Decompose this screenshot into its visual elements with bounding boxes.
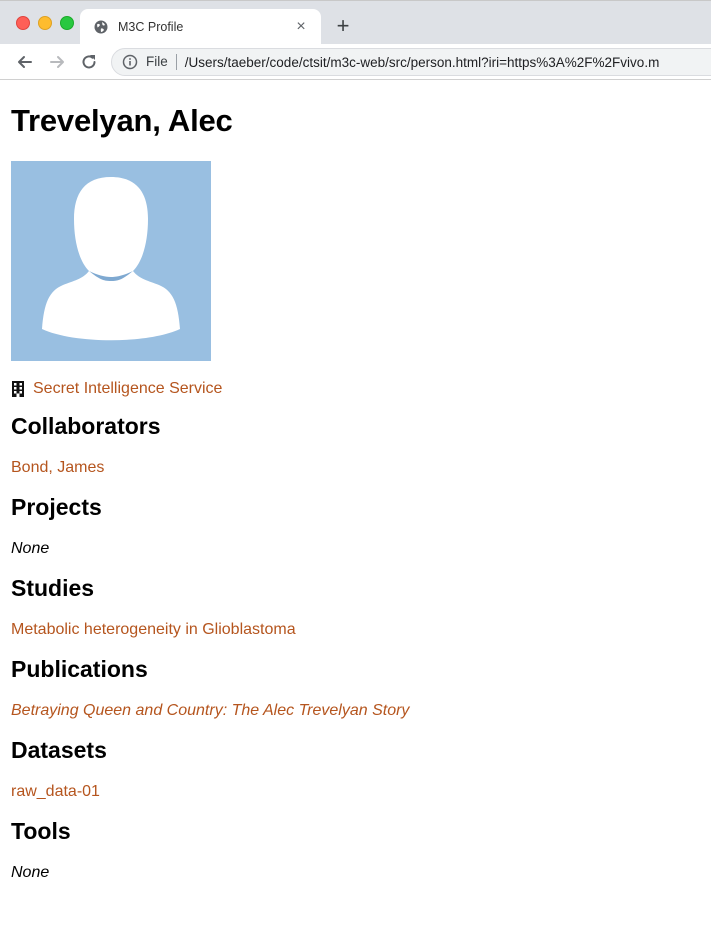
url-text[interactable]: /Users/taeber/code/ctsit/m3c-web/src/per… [185,55,660,70]
section-heading: Collaborators [11,413,161,439]
close-window-button[interactable] [16,16,30,30]
section-heading: Tools [11,818,71,844]
study-link[interactable]: Metabolic heterogeneity in Glioblastoma [11,621,296,638]
avatar [11,161,211,361]
building-icon [11,381,25,397]
tab-title: M3C Profile [118,20,184,34]
section-body: Metabolic heterogeneity in Glioblastoma [11,620,700,640]
window-controls [16,16,74,30]
forward-button[interactable] [45,50,69,74]
publication-link[interactable]: Betraying Queen and Country: The Alec Tr… [11,702,409,719]
minimize-window-button[interactable] [38,16,52,30]
browser-toolbar: File /Users/taeber/code/ctsit/m3c-web/sr… [0,44,711,80]
empty-value: None [11,864,50,881]
affiliation-link[interactable]: Secret Intelligence Service [33,380,222,398]
maximize-window-button[interactable] [60,16,74,30]
reload-icon [82,55,96,69]
section-heading: Publications [11,656,148,682]
person-silhouette-icon [42,177,180,341]
back-button[interactable] [13,50,37,74]
browser-tab[interactable]: M3C Profile × [80,9,321,45]
empty-value: None [11,540,50,557]
section-projects: Projects None [11,493,700,559]
section-body: raw_data-01 [11,782,700,802]
page-title: Trevelyan, Alec [11,103,233,138]
section-tools: Tools None [11,817,700,883]
globe-icon [94,20,108,34]
section-heading: Datasets [11,737,107,763]
section-datasets: Datasets raw_data-01 [11,736,700,802]
collaborator-link[interactable]: Bond, James [11,459,104,476]
section-heading: Studies [11,575,95,601]
page-content: Trevelyan, Alec Secret Intelligence Serv… [0,101,711,883]
browser-window: M3C Profile × + File /Users/taeber/code/… [0,0,711,928]
tab-strip: M3C Profile × + [0,0,711,45]
section-publications: Publications Betraying Queen and Country… [11,655,700,721]
section-body: None [11,863,700,883]
reload-button[interactable] [77,50,101,74]
section-studies: Studies Metabolic heterogeneity in Gliob… [11,574,700,640]
tab-close-icon[interactable]: × [293,19,309,35]
section-body: Bond, James [11,458,700,478]
section-body: None [11,539,700,559]
affiliation: Secret Intelligence Service [11,379,700,399]
section-collaborators: Collaborators Bond, James [11,412,700,478]
section-body: Betraying Queen and Country: The Alec Tr… [11,701,700,721]
info-icon[interactable] [122,54,138,70]
new-tab-button[interactable]: + [332,15,354,37]
scheme-label: File [146,54,177,70]
section-heading: Projects [11,494,102,520]
address-bar[interactable]: File /Users/taeber/code/ctsit/m3c-web/sr… [111,48,711,76]
dataset-link[interactable]: raw_data-01 [11,783,100,800]
arrow-right-icon [50,56,64,68]
arrow-left-icon [18,56,32,68]
